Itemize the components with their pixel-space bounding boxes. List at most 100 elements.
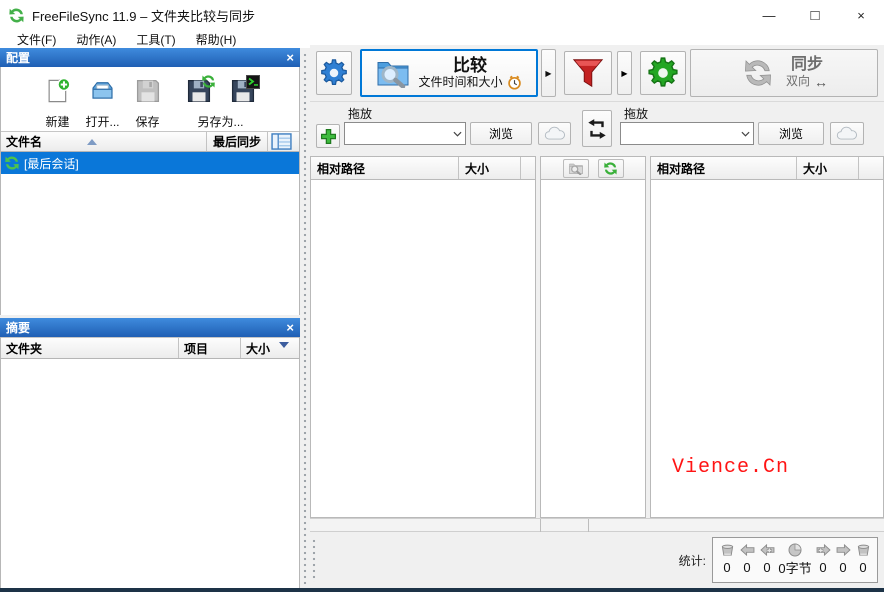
- left-folder-path-input[interactable]: [345, 123, 449, 144]
- left-file-grid[interactable]: 相对路径 大小: [310, 156, 536, 518]
- create-left-icon: [757, 544, 777, 556]
- config-panel: 配置 ×: [0, 48, 300, 315]
- statusbar-grip[interactable]: [312, 538, 316, 582]
- left-folder-combobox[interactable]: [344, 122, 466, 145]
- folder-pair-row: 拖放 浏览: [310, 102, 884, 156]
- chevron-down-icon[interactable]: [737, 123, 753, 144]
- compare-label: 比较: [453, 56, 487, 76]
- green-gear-icon: [646, 56, 680, 90]
- save-as-config-label: 另存为...: [197, 113, 243, 130]
- delete-right-count: 0: [853, 560, 873, 575]
- column-size[interactable]: 大小: [459, 160, 520, 177]
- gray-folder-search-icon: [568, 162, 584, 175]
- new-document-icon: [45, 78, 71, 104]
- close-button[interactable]: ×: [838, 0, 884, 30]
- synchronize-button[interactable]: 同步 双向 ↔: [690, 49, 878, 97]
- create-right-icon: [813, 544, 833, 556]
- config-panel-title: 配置: [6, 49, 30, 66]
- cloud-icon: [835, 126, 859, 141]
- save-config-button[interactable]: [127, 70, 169, 112]
- update-left-count: 0: [737, 560, 757, 575]
- right-drop-label: 拖放: [624, 105, 878, 122]
- folder-search-icon: [376, 58, 410, 88]
- filter-dropdown-button[interactable]: ▶: [617, 51, 632, 95]
- config-row-last-session[interactable]: [最后会话]: [1, 152, 299, 174]
- menu-item-tools[interactable]: 工具(T): [126, 31, 185, 48]
- right-folder-path-input[interactable]: [621, 123, 737, 144]
- open-config-label: 打开...: [85, 113, 119, 130]
- sync-arrows-icon: [4, 155, 20, 171]
- summary-list-header: 文件夹 项目 大小: [1, 337, 299, 359]
- column-size[interactable]: 大小: [797, 160, 858, 177]
- status-bar: 统计:: [310, 532, 884, 588]
- menu-item-file[interactable]: 文件(F): [7, 31, 66, 48]
- column-size[interactable]: 大小: [241, 340, 299, 357]
- open-config-button[interactable]: [82, 70, 124, 112]
- column-folder[interactable]: 文件夹: [1, 340, 178, 357]
- new-config-button[interactable]: [37, 70, 79, 112]
- compare-variant-dropdown-button[interactable]: ▶: [541, 49, 556, 97]
- swap-sides-button[interactable]: [582, 110, 612, 147]
- horizontal-scrollbar-track[interactable]: [310, 518, 884, 532]
- sync-variant-label: 双向: [786, 75, 810, 89]
- delete-right-icon: [853, 544, 873, 557]
- comparison-settings-button[interactable]: [316, 51, 352, 95]
- sync-settings-button[interactable]: [640, 51, 686, 95]
- column-last-sync[interactable]: 最后同步: [207, 133, 267, 150]
- left-cloud-button[interactable]: [538, 122, 571, 145]
- summary-panel-close-icon[interactable]: ×: [286, 321, 294, 334]
- compare-preview-button[interactable]: [563, 159, 589, 178]
- save-as-config-button[interactable]: [178, 70, 220, 112]
- swap-arrows-icon: [586, 117, 608, 141]
- right-cloud-button[interactable]: [830, 122, 864, 145]
- window-title: FreeFileSync 11.9 – 文件夹比较与同步: [32, 6, 255, 25]
- dropdown-arrow-icon: ▶: [545, 69, 551, 78]
- sync-direction-button[interactable]: [598, 159, 624, 178]
- statistics-label: 统计:: [679, 552, 706, 569]
- compare-button[interactable]: 比较 文件时间和大小: [360, 49, 538, 97]
- save-config-label: 保存: [135, 113, 159, 130]
- add-folder-pair-button[interactable]: [316, 124, 340, 148]
- left-browse-button[interactable]: 浏览: [470, 122, 532, 145]
- config-panel-close-icon[interactable]: ×: [286, 51, 294, 64]
- bytes-count: 0字节: [777, 558, 813, 577]
- sort-descending-icon: [279, 342, 289, 348]
- title-bar: FreeFileSync 11.9 – 文件夹比较与同步 — □ ×: [0, 0, 884, 30]
- maximize-button[interactable]: □: [792, 0, 838, 30]
- freefilesync-window: FreeFileSync 11.9 – 文件夹比较与同步 — □ × 文件(F)…: [0, 0, 884, 592]
- save-disk-icon: [135, 78, 161, 104]
- console-badge-icon: [246, 75, 260, 89]
- cloud-icon: [543, 126, 567, 141]
- gray-sync-arrows-icon: [740, 58, 776, 88]
- green-sync-arrows-icon: [603, 161, 618, 176]
- main-area: 比较 文件时间和大小 ▶: [310, 45, 884, 588]
- menu-item-help[interactable]: 帮助(H): [186, 31, 247, 48]
- filter-funnel-icon: [571, 56, 605, 90]
- column-settings-button[interactable]: [268, 133, 294, 150]
- two-way-arrow-icon: ↔: [814, 74, 828, 90]
- column-items[interactable]: 项目: [179, 340, 240, 357]
- column-relative-path[interactable]: 相对路径: [311, 160, 458, 177]
- right-browse-button[interactable]: 浏览: [758, 122, 824, 145]
- vertical-splitter[interactable]: [300, 48, 310, 588]
- update-right-count: 0: [833, 560, 853, 575]
- config-row-label: [最后会话]: [24, 155, 79, 172]
- right-folder-combobox[interactable]: [620, 122, 754, 145]
- config-toolbar: 新建 打开...: [1, 67, 299, 131]
- chevron-down-icon[interactable]: [449, 123, 465, 144]
- minimize-button[interactable]: —: [746, 0, 792, 30]
- left-grid-header: 相对路径 大小: [311, 157, 535, 180]
- column-file-name[interactable]: 文件名: [1, 133, 87, 150]
- config-list-header: 文件名 最后同步: [1, 131, 299, 152]
- green-plus-icon: [319, 127, 338, 146]
- create-left-count: 0: [757, 560, 777, 575]
- menu-item-actions[interactable]: 动作(A): [66, 31, 126, 48]
- delete-left-icon: [717, 544, 737, 557]
- column-relative-path[interactable]: 相对路径: [651, 160, 796, 177]
- save-as-batch-button[interactable]: [222, 70, 264, 112]
- filter-settings-button[interactable]: [564, 51, 612, 95]
- blue-gear-icon: [319, 58, 349, 88]
- delete-left-count: 0: [717, 560, 737, 575]
- clock-icon: [507, 75, 522, 90]
- watermark-text: Vience.Cn: [672, 456, 789, 479]
